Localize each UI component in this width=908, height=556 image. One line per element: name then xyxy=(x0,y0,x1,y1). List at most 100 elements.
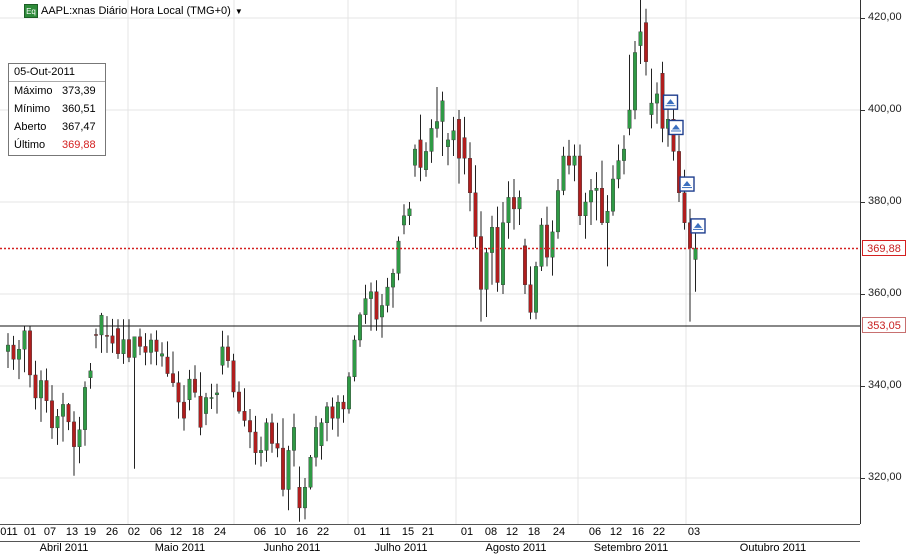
candle-body xyxy=(171,373,175,383)
candle-body xyxy=(451,130,456,141)
candle-body xyxy=(556,190,560,233)
y-tick-mark xyxy=(861,294,865,295)
price-axis[interactable]: 320,00 340,00 360,00 380,00 400,00 420,0… xyxy=(861,0,908,524)
candle-body xyxy=(83,387,87,430)
info-row-open: Aberto 367,47 xyxy=(9,118,105,136)
y-tick-mark xyxy=(861,202,865,203)
candle-body xyxy=(209,397,214,399)
x-day-label: 16 xyxy=(631,526,645,538)
x-day-label: 01 xyxy=(23,526,37,538)
candle-body xyxy=(446,139,450,147)
candle-body xyxy=(473,192,478,237)
candle-body xyxy=(6,344,10,352)
x-month-label: Agosto 2011 xyxy=(485,542,547,554)
x-day-label: 01 xyxy=(353,526,367,538)
candle-body xyxy=(176,382,181,403)
chart-title-bar[interactable]: Eq AAPL:xnas Diário Hora Local (TMG+0) ▼ xyxy=(24,3,243,19)
y-tick-label: 340,00 xyxy=(868,379,902,391)
candle-body xyxy=(561,155,566,191)
y-tick-label: 360,00 xyxy=(868,287,902,299)
candle-body xyxy=(297,487,302,509)
candle-body xyxy=(534,266,538,313)
info-label-low: Mínimo xyxy=(14,103,51,115)
candlestick-chart[interactable] xyxy=(0,0,860,524)
candle-body xyxy=(204,397,208,414)
candle-body xyxy=(330,406,335,419)
x-day-label: 02 xyxy=(127,526,141,538)
candle-body xyxy=(462,137,467,159)
x-day-label: 06 xyxy=(149,526,163,538)
candle-body xyxy=(440,100,445,122)
x-day-label: 24 xyxy=(213,526,227,538)
x-day-label: 06 xyxy=(253,526,267,538)
event-marker-icon[interactable] xyxy=(662,94,679,110)
candle-body xyxy=(253,431,258,453)
y-tick-label: 380,00 xyxy=(868,195,902,207)
date-axis[interactable]: 011 01 07 13 19 26 02 06 12 18 24 06 10 … xyxy=(0,524,860,556)
x-day-label: 11 xyxy=(379,526,391,538)
candle-body xyxy=(88,370,93,378)
candle-body xyxy=(605,210,610,223)
x-day-label: 18 xyxy=(191,526,205,538)
info-value-high: 373,39 xyxy=(62,85,96,97)
candle-body xyxy=(649,102,654,115)
x-day-label: 03 xyxy=(687,526,701,538)
candle-body xyxy=(187,378,192,401)
info-label-open: Aberto xyxy=(14,121,47,133)
candle-body xyxy=(611,178,615,212)
candle-body xyxy=(237,391,241,412)
candle-body xyxy=(105,335,109,337)
x-day-label: 12 xyxy=(505,526,519,538)
candle-body xyxy=(391,273,395,288)
candle-body xyxy=(457,118,461,159)
candle-body xyxy=(413,148,417,166)
info-row-low: Mínimo 360,51 xyxy=(9,100,105,118)
candle-body xyxy=(116,328,120,354)
last-price-tag: 369,88 xyxy=(862,240,906,256)
candle-body xyxy=(578,155,582,216)
candle-body xyxy=(17,349,21,360)
candle-body xyxy=(600,187,604,223)
candle-body xyxy=(545,224,549,258)
candle-body xyxy=(127,339,131,358)
y-tick-label: 320,00 xyxy=(868,471,902,483)
candle-body xyxy=(550,231,555,258)
x-month-label: Junho 2011 xyxy=(263,542,321,554)
candle-body xyxy=(182,401,186,419)
x-day-label: 26 xyxy=(105,526,119,538)
candle-body xyxy=(55,416,60,429)
candle-body xyxy=(198,395,203,428)
info-row-last: Último 369,88 xyxy=(9,136,105,154)
x-day-label: 06 xyxy=(588,526,602,538)
chart-title: AAPL:xnas Diário Hora Local (TMG+0) xyxy=(41,5,231,17)
candle-body xyxy=(567,155,571,166)
candle-body xyxy=(132,336,137,358)
candle-body xyxy=(72,421,76,447)
candle-body xyxy=(11,344,16,360)
event-marker-icon[interactable] xyxy=(690,218,706,234)
info-value-last: 369,88 xyxy=(62,139,96,151)
candle-body xyxy=(160,353,164,357)
event-marker-icon[interactable] xyxy=(668,119,684,136)
candle-body xyxy=(495,227,500,283)
event-marker-icon[interactable] xyxy=(679,176,695,192)
x-day-label: 13 xyxy=(65,526,79,538)
x-day-label: 16 xyxy=(295,526,309,538)
candle-body xyxy=(468,158,472,194)
y-tick-mark xyxy=(861,110,865,111)
caret-down-icon[interactable]: ▼ xyxy=(235,7,243,16)
price-chart-area[interactable] xyxy=(0,0,861,524)
candle-body xyxy=(479,236,483,290)
candle-body xyxy=(385,286,390,306)
info-label-last: Último xyxy=(14,139,46,151)
candle-body xyxy=(363,298,368,315)
x-day-label: 12 xyxy=(169,526,183,538)
candle-body xyxy=(336,401,340,419)
candle-body xyxy=(369,291,373,299)
candle-body xyxy=(242,411,247,421)
x-day-label: 19 xyxy=(83,526,97,538)
candle-body xyxy=(380,305,384,318)
candle-body xyxy=(248,420,252,433)
x-day-label: 22 xyxy=(316,526,330,538)
candle-body xyxy=(61,404,65,417)
